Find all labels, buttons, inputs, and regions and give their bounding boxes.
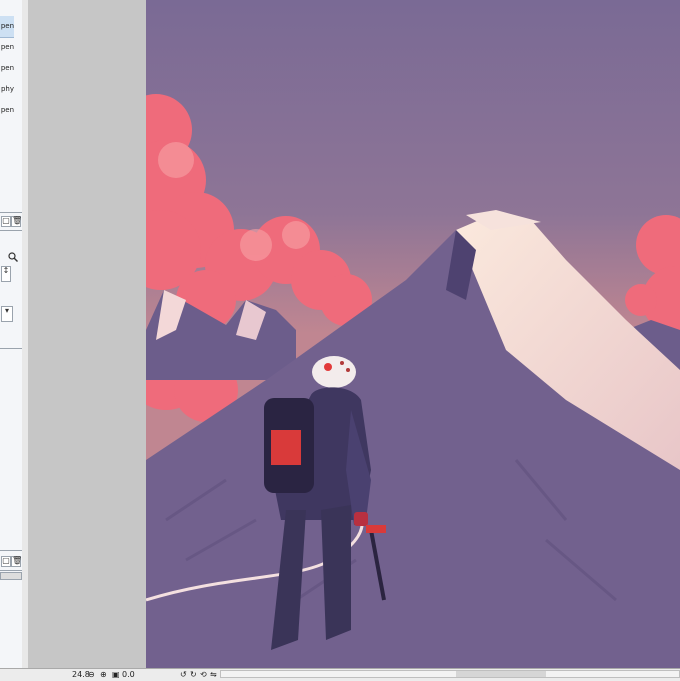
flip-icon[interactable]: ⇋ <box>210 670 217 680</box>
panel-divider <box>0 348 22 349</box>
trash-icon[interactable]: 🗑 <box>11 556 22 567</box>
layer-label: pen <box>0 22 14 30</box>
layer-label: pen <box>0 106 14 114</box>
angle-value[interactable]: 0.0 <box>122 670 135 680</box>
layer-label: pen <box>0 64 14 72</box>
layer-row[interactable]: pen <box>0 37 14 58</box>
layer-label: pen <box>0 43 14 51</box>
scrollbar-thumb[interactable] <box>456 671 546 677</box>
new-layer-icon[interactable]: ▢ <box>1 216 11 227</box>
layer-row[interactable]: pen <box>0 100 14 121</box>
panel-divider <box>0 212 22 213</box>
layers-panel: pen pen pen phy pen ▢ 🗑 ↕ ▾ ▢ 🗑 <box>0 0 23 680</box>
add-icon[interactable]: ▢ <box>1 556 11 567</box>
zoom-out-icon[interactable]: ⊖ <box>88 670 95 680</box>
zoom-in-icon[interactable]: ⊕ <box>100 670 107 680</box>
artwork-canvas[interactable] <box>146 0 680 668</box>
layer-row[interactable]: pen <box>0 58 14 79</box>
panel-divider <box>0 230 22 231</box>
canvas-background <box>28 0 146 668</box>
panel-tab[interactable] <box>0 572 22 580</box>
delete-layer-icon[interactable]: 🗑 <box>11 216 22 227</box>
horizontal-scrollbar[interactable] <box>220 670 680 678</box>
rotate-right-icon[interactable]: ↻ <box>190 670 197 680</box>
stepper-icon[interactable]: ↕ <box>1 266 11 282</box>
fit-icon[interactable]: ▣ <box>112 670 120 680</box>
mountain-climber-illustration <box>146 0 680 668</box>
panel-divider <box>0 550 22 551</box>
panel-divider <box>0 570 22 571</box>
layer-row[interactable]: phy <box>0 79 14 100</box>
rotate-left-icon[interactable]: ↺ <box>180 670 187 680</box>
chevron-down-icon[interactable]: ▾ <box>1 306 13 322</box>
reset-icon[interactable]: ⟲ <box>200 670 207 680</box>
search-icon[interactable] <box>8 252 18 262</box>
layer-label: phy <box>0 85 14 93</box>
layer-row[interactable]: pen <box>0 16 14 38</box>
